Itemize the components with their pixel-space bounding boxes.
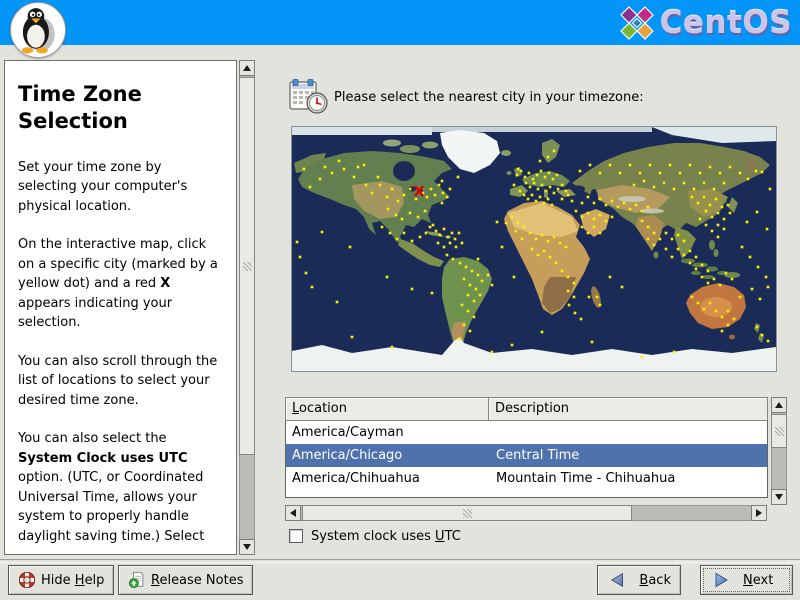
cell-description: Central Time: [496, 448, 580, 463]
grip-icon: [462, 508, 472, 518]
release-notes-button[interactable]: Release Notes: [118, 565, 254, 595]
table-scroll-down-button[interactable]: [771, 489, 787, 505]
timezone-world-map[interactable]: [291, 126, 777, 372]
column-header-description[interactable]: Description: [489, 397, 768, 421]
grip-icon: [242, 261, 252, 271]
help-scroll-down-button[interactable]: [239, 539, 255, 555]
timezone-table[interactable]: America/Cayman America/Chicago Central Tim…: [285, 421, 768, 498]
help-scroll-up-button[interactable]: [239, 60, 255, 76]
cell-location: America/Chicago: [292, 448, 403, 463]
help-paragraph-2: On the interactive map, click on a speci…: [18, 237, 218, 331]
table-scroll-right-button[interactable]: [751, 505, 767, 521]
table-row[interactable]: America/Chihuahua Mountain Time - Chihuah…: [286, 467, 767, 490]
centos-logo: CentOS: [618, 3, 792, 43]
arrow-down-icon: [775, 494, 783, 500]
column-header-location[interactable]: Location: [285, 397, 489, 421]
timezone-clock-icon: [288, 77, 328, 115]
help-scrollbar-thumb[interactable]: [239, 77, 255, 455]
cell-description: Mountain Time - Chihuahua: [496, 471, 676, 486]
timezone-table-header: Location Description: [285, 397, 768, 421]
back-label: Back: [639, 572, 671, 588]
next-label: Next: [743, 572, 774, 588]
bottom-separator: [0, 559, 800, 563]
arrow-down-icon: [243, 544, 251, 550]
hide-help-label: Hide Help: [41, 572, 105, 588]
utc-checkbox[interactable]: [289, 529, 303, 543]
grip-icon: [774, 426, 784, 436]
hide-help-button[interactable]: Hide Help: [8, 565, 115, 595]
arrow-up-icon: [775, 402, 783, 408]
arrow-up-icon: [243, 65, 251, 71]
arrow-left-icon: [290, 509, 296, 517]
utc-checkbox-label[interactable]: System clock uses UTC: [311, 529, 461, 544]
next-arrow-icon: [715, 572, 728, 588]
help-panel: Time Zone Selection Set your time zone b…: [4, 60, 237, 555]
table-row[interactable]: America/Cayman: [286, 421, 767, 444]
prompt-text: Please select the nearest city in your t…: [334, 90, 644, 105]
arrow-right-icon: [756, 509, 762, 517]
back-button[interactable]: Back: [597, 565, 681, 595]
help-paragraph-4: You can also select the System Clock use…: [18, 431, 205, 544]
lifebuoy-icon: [18, 571, 36, 589]
table-hscrollbar-thumb[interactable]: [302, 505, 632, 521]
centos-symbol-icon: [619, 6, 654, 40]
table-scroll-left-button[interactable]: [285, 505, 301, 521]
tux-penguin-icon: [21, 8, 55, 54]
help-paragraph-1: Set your time zone by selecting your com…: [18, 159, 188, 214]
table-vscrollbar-thumb[interactable]: [771, 414, 787, 448]
release-notes-label: Release Notes: [151, 572, 244, 588]
help-paragraph-3: You can also scroll through the list of …: [18, 353, 218, 408]
next-button[interactable]: Next: [700, 565, 793, 595]
cell-location: America/Chihuahua: [292, 471, 420, 486]
cell-location: America/Cayman: [292, 425, 404, 440]
centos-wordmark: CentOS: [659, 5, 792, 41]
table-row[interactable]: America/Chicago Central Time: [286, 444, 767, 467]
tux-logo: [10, 2, 66, 58]
back-arrow-icon: [610, 572, 624, 588]
table-scroll-up-button[interactable]: [771, 397, 787, 413]
help-title: Time Zone Selection: [18, 82, 142, 134]
release-notes-icon: [128, 571, 144, 589]
